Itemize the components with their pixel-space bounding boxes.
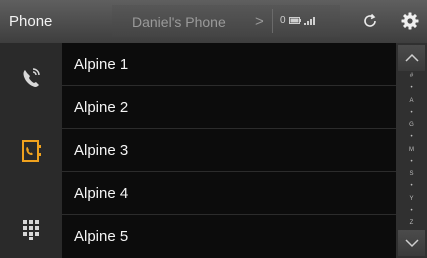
battery-icon bbox=[288, 17, 301, 24]
contact-list: Alpine 1 Alpine 2 Alpine 3 Alpine 4 Alpi… bbox=[62, 43, 396, 258]
index-dot: • bbox=[410, 158, 413, 165]
device-selector[interactable]: Daniel's Phone > 0 bbox=[112, 5, 340, 37]
dialpad-icon bbox=[23, 220, 39, 240]
index-dot: • bbox=[410, 183, 413, 190]
index-label[interactable]: A bbox=[409, 98, 413, 105]
settings-button[interactable] bbox=[397, 8, 423, 34]
list-item[interactable]: Alpine 2 bbox=[62, 86, 396, 129]
list-item[interactable]: Alpine 4 bbox=[62, 172, 396, 215]
list-item[interactable]: Alpine 3 bbox=[62, 129, 396, 172]
refresh-button[interactable] bbox=[357, 8, 383, 34]
scroll-down-button[interactable] bbox=[398, 230, 425, 256]
divider bbox=[272, 9, 273, 33]
scrollbar[interactable]: # • A • G • M • S • Y • Z bbox=[396, 43, 427, 258]
gear-icon bbox=[401, 12, 419, 30]
index-dot: • bbox=[410, 109, 413, 116]
list-item[interactable]: Alpine 1 bbox=[62, 43, 396, 86]
alphabet-index[interactable]: # • A • G • M • S • Y • Z bbox=[396, 73, 427, 227]
contact-name: Alpine 1 bbox=[74, 56, 129, 73]
index-dot: • bbox=[410, 207, 413, 214]
call-log-button[interactable] bbox=[8, 55, 54, 101]
contact-name: Alpine 4 bbox=[74, 185, 129, 202]
keypad-button[interactable] bbox=[8, 206, 54, 252]
list-item[interactable]: Alpine 5 bbox=[62, 215, 396, 258]
index-label[interactable]: G bbox=[409, 122, 414, 129]
index-label[interactable]: # bbox=[410, 73, 413, 80]
chevron-up-icon bbox=[404, 53, 419, 62]
sidebar bbox=[0, 43, 62, 258]
phone-history-icon bbox=[23, 68, 40, 87]
device-name: Daniel's Phone bbox=[132, 14, 226, 30]
chevron-down-icon bbox=[404, 239, 419, 248]
contacts-button[interactable] bbox=[8, 128, 54, 174]
page-title: Phone bbox=[9, 13, 53, 30]
index-dot: • bbox=[410, 85, 413, 92]
index-label[interactable]: S bbox=[409, 171, 413, 178]
contacts-book-icon bbox=[22, 140, 41, 162]
index-dot: • bbox=[410, 134, 413, 141]
device-status: 0 bbox=[280, 15, 315, 26]
chevron-right-icon: > bbox=[255, 13, 264, 30]
battery-level: 0 bbox=[280, 15, 286, 26]
index-label[interactable]: Y bbox=[409, 196, 413, 203]
refresh-icon bbox=[364, 13, 376, 27]
contact-name: Alpine 3 bbox=[74, 142, 129, 159]
signal-bars-icon bbox=[303, 16, 315, 25]
index-label[interactable]: Z bbox=[410, 220, 414, 227]
top-bar: Phone Daniel's Phone > 0 bbox=[0, 0, 427, 43]
scroll-up-button[interactable] bbox=[398, 45, 425, 71]
index-label[interactable]: M bbox=[409, 147, 414, 154]
contact-name: Alpine 5 bbox=[74, 228, 129, 245]
contact-name: Alpine 2 bbox=[74, 99, 129, 116]
